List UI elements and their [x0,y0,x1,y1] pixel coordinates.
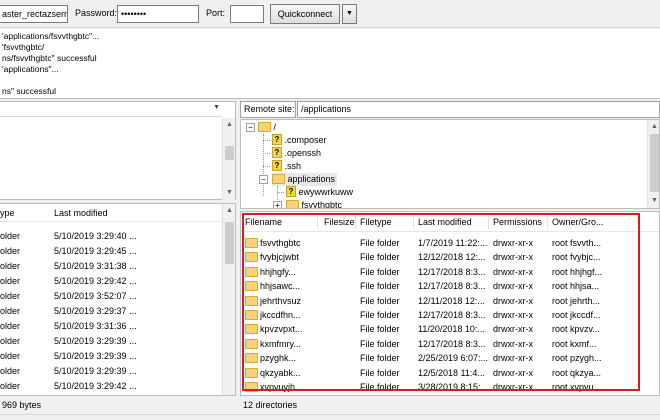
folder-open-icon [272,173,285,184]
message-log: 'applications/fsvvthgbtc"... 'fsvvthgbtc… [0,29,660,99]
log-line: ns" successful [2,86,57,96]
scroll-thumb[interactable] [650,134,659,192]
password-label: Password: [75,8,118,18]
log-line: 'applications"... [2,64,59,74]
tree-item-fsvvthgbtc[interactable]: fsvvthgbtc [286,199,343,209]
cell-last-modified: 5/10/2019 3:29:42 ... [54,381,137,391]
tree-item-label: .ssh [284,161,302,171]
table-row[interactable]: older 5/10/2019 3:29:39 ... [0,349,222,364]
cell-filetype: older [0,231,21,241]
table-row[interactable]: older 5/10/2019 3:31:38 ... [0,259,222,274]
cell-last-modified: 5/10/2019 3:31:38 ... [54,261,137,271]
tree-item-root[interactable]: / [258,121,276,134]
cell-last-modified: 5/10/2019 3:29:39 ... [54,351,137,361]
scroll-down-icon[interactable]: ▼ [223,186,236,199]
bottom-bar [0,414,660,420]
question-icon: ? [272,147,282,159]
local-tree-scrollbar[interactable]: ▲ ▼ [222,118,235,200]
quickconnect-button[interactable]: Quickconnect [270,4,340,24]
local-path-bar[interactable]: ▼ [0,102,222,117]
cell-last-modified: 5/10/2019 3:29:42 ... [54,276,137,286]
tree-item-applications[interactable]: applications [272,173,338,186]
cell-filetype: older [0,381,21,391]
scroll-up-icon[interactable]: ▲ [648,120,659,133]
table-row[interactable]: older 5/10/2019 3:31:36 ... [0,319,222,334]
question-icon: ? [286,186,296,198]
table-row[interactable]: older 5/10/2019 3:29:45 ... [0,244,222,259]
scroll-up-icon[interactable]: ▲ [223,204,236,217]
cell-filetype: older [0,366,21,376]
tree-item-ewywwrkuww[interactable]: ? ewywwrkuww [286,186,353,199]
local-column-last-modified[interactable]: Last modified [54,208,108,218]
remote-path-input[interactable]: /applications [297,101,660,118]
folder-icon [258,121,271,132]
tree-item-label: applications [287,174,336,184]
table-row[interactable]: older 5/10/2019 3:29:42 ... [0,379,222,394]
scroll-thumb[interactable] [225,222,234,264]
cell-filetype: older [0,261,21,271]
collapse-icon[interactable]: − [246,123,255,132]
collapse-icon[interactable]: − [259,175,268,184]
log-line: ns/fsvvthgbtc" successful [2,53,97,63]
cell-filetype: older [0,291,21,301]
chevron-down-icon: ▼ [346,10,353,17]
cell-last-modified: 5/10/2019 3:29:37 ... [54,306,137,316]
local-column-filetype[interactable]: ype [0,208,15,218]
quickconnect-bar: aster_rectazserr Password: •••••••• Port… [0,0,660,28]
tree-item-label: fsvvthgbtc [301,200,343,209]
local-status-bar: 969 bytes [2,400,42,410]
cell-filetype: older [0,306,21,316]
tree-item-label: / [273,122,277,132]
port-label: Port: [206,8,226,18]
question-icon: ? [272,134,282,146]
remote-status-bar: 12 directories [243,400,298,410]
cell-filetype: older [0,351,21,361]
tree-item-label: ewywwrkuww [298,187,354,197]
question-icon: ? [272,160,282,172]
remote-site-bar: Remote site: /applications [240,101,660,119]
cell-last-modified: 5/10/2019 3:29:39 ... [54,366,137,376]
log-line: 'applications/fsvvthgbtc"... [2,31,100,41]
cell-filetype: older [0,246,21,256]
tree-item-label: .openssh [284,148,322,158]
quickconnect-dropdown-button[interactable]: ▼ [342,4,357,24]
cell-last-modified: 5/10/2019 3:52:07 ... [54,291,137,301]
scroll-down-icon[interactable]: ▼ [648,194,659,207]
table-row[interactable]: older 5/10/2019 3:29:37 ... [0,304,222,319]
cell-last-modified: 5/10/2019 3:29:40 ... [54,231,137,241]
remote-directory-tree[interactable]: − / ? .composer ? .openssh ? .ssh − appl… [240,119,660,209]
local-file-list[interactable]: ype Last modified older 5/10/2019 3:29:40… [0,203,236,396]
tree-item-label: .composer [284,135,327,145]
cell-last-modified: 5/10/2019 3:31:36 ... [54,321,137,331]
table-row[interactable]: older 5/10/2019 3:52:07 ... [0,289,222,304]
cell-filetype: older [0,321,21,331]
local-list-scrollbar[interactable]: ▲ [222,204,235,395]
local-directory-tree[interactable]: ▼ ▲ ▼ [0,101,236,200]
table-row[interactable]: older 5/10/2019 3:29:42 ... [0,274,222,289]
port-field[interactable] [230,5,264,23]
scroll-thumb[interactable] [225,146,234,160]
expand-icon[interactable]: + [273,201,282,208]
cell-filetype: older [0,336,21,346]
tree-item-ssh[interactable]: ? .ssh [272,160,301,173]
cell-last-modified: 5/10/2019 3:29:45 ... [54,246,137,256]
remote-site-label: Remote site: [240,101,296,118]
folder-icon [286,199,299,208]
table-row[interactable]: older 5/10/2019 3:29:39 ... [0,364,222,379]
table-row[interactable]: older 5/10/2019 3:29:39 ... [0,334,222,349]
chevron-down-icon[interactable]: ▼ [213,104,220,111]
username-field[interactable]: aster_rectazserr [0,5,68,23]
password-field[interactable]: •••••••• [117,5,199,23]
table-row[interactable]: older 5/10/2019 3:29:40 ... [0,229,222,244]
log-line: 'fsvvthgbtc/ [2,42,45,52]
cell-last-modified: 5/10/2019 3:29:39 ... [54,336,137,346]
cell-filetype: older [0,276,21,286]
remote-tree-scrollbar[interactable]: ▲ ▼ [647,120,659,208]
tree-item-openssh[interactable]: ? .openssh [272,147,321,160]
highlight-annotation-box [242,213,640,391]
tree-item-composer[interactable]: ? .composer [272,134,327,147]
scroll-up-icon[interactable]: ▲ [223,118,236,131]
